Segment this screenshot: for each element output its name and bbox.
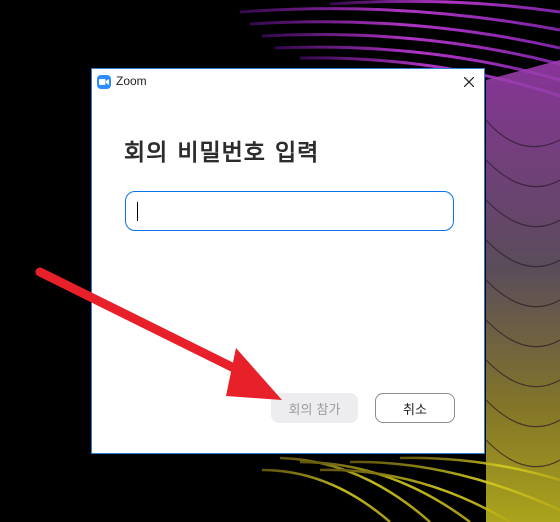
close-icon (464, 77, 474, 87)
title-bar: Zoom (92, 69, 484, 95)
cancel-button[interactable]: 취소 (375, 393, 455, 423)
meeting-password-dialog: Zoom 회의 비밀번호 입력 회의 참가 취소 (91, 68, 485, 454)
dialog-heading: 회의 비밀번호 입력 (124, 140, 320, 166)
text-caret (137, 202, 138, 221)
app-title: Zoom (116, 74, 147, 88)
join-meeting-button[interactable]: 회의 참가 (271, 393, 358, 423)
password-input[interactable] (125, 191, 454, 231)
close-button[interactable] (456, 71, 482, 93)
zoom-camera-icon (97, 75, 111, 89)
